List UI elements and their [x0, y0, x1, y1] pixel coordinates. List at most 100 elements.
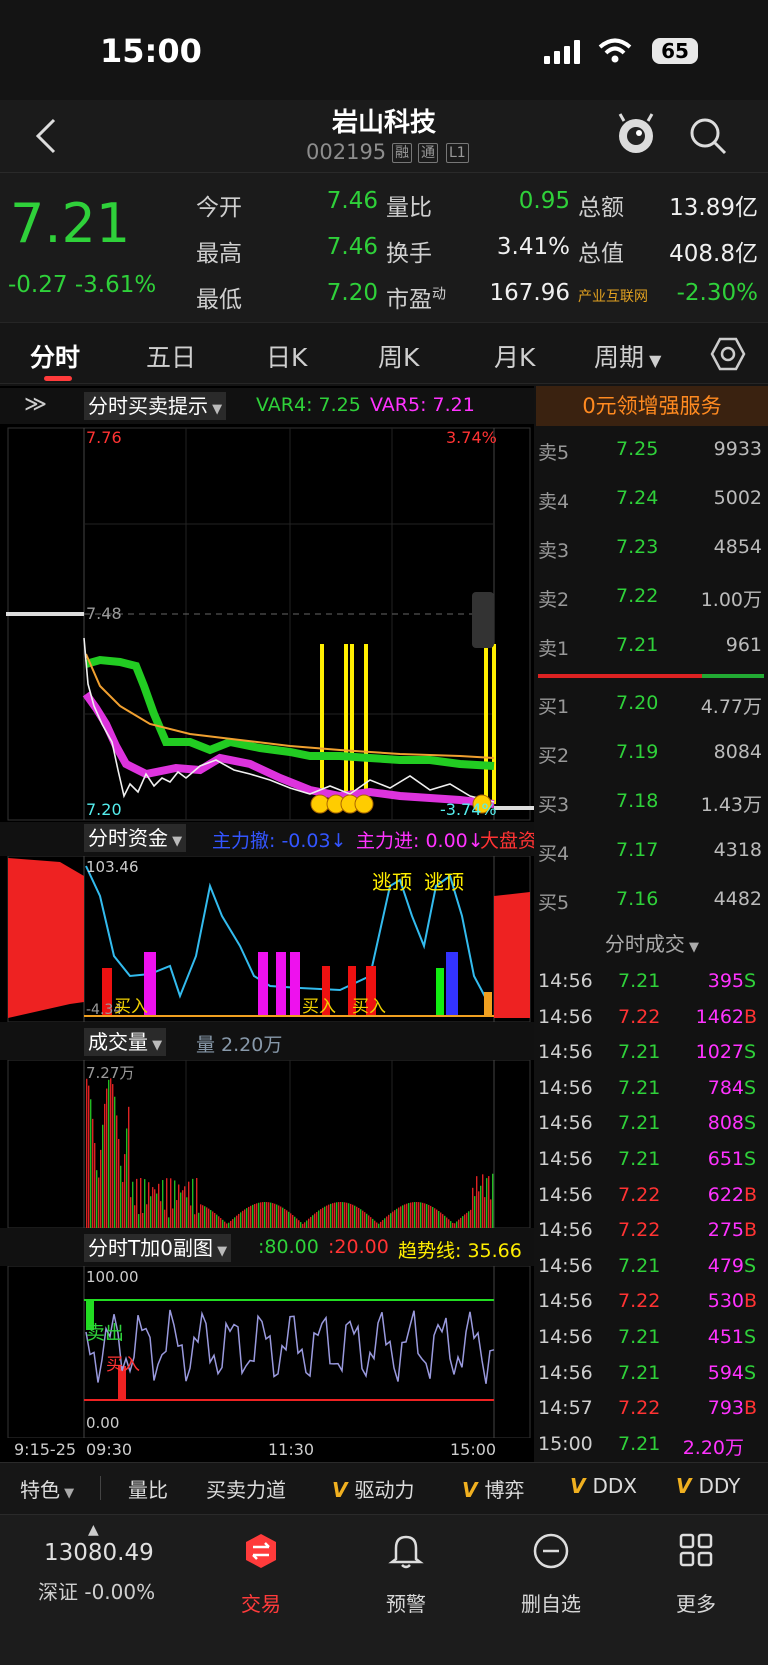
panel3-title: 成交量: [88, 1030, 148, 1054]
main-out-value: 主力撤: -0.03↓: [212, 830, 347, 852]
volume-bar: [478, 1191, 480, 1228]
label-high: 最高: [196, 241, 242, 267]
volume-bar: [248, 1206, 250, 1228]
battery-icon: 65: [652, 38, 698, 64]
panel2-selector[interactable]: 分时资金 ▼: [84, 824, 187, 852]
chevron-down-icon: ▼: [212, 1244, 228, 1259]
t0-chart[interactable]: [0, 1266, 534, 1438]
volume-bar: [96, 1170, 98, 1228]
trade-time: 14:56: [538, 970, 593, 992]
volume-bar: [328, 1204, 330, 1228]
tab-day-k[interactable]: 日K: [266, 338, 307, 374]
change-value: -0.27: [8, 272, 68, 298]
toolbar-ddy[interactable]: V DDY: [676, 1474, 740, 1498]
trade-time: 14:56: [538, 1219, 593, 1242]
volume-bar: [326, 1205, 328, 1228]
market-fund-label: 大盘资: [480, 830, 534, 852]
nav-remove-watchlist[interactable]: 删自选: [506, 1588, 596, 1617]
volume-bar: [436, 1209, 438, 1228]
nav-more[interactable]: 更多: [660, 1588, 732, 1617]
search-icon[interactable]: [688, 116, 728, 156]
nav-alert[interactable]: 预警: [371, 1588, 441, 1617]
volume-bar: [332, 1203, 334, 1228]
volume-bar: [460, 1217, 462, 1228]
volume-bar: [424, 1203, 426, 1228]
chevron-down-icon: ▼: [168, 834, 183, 849]
grid-icon[interactable]: [678, 1532, 714, 1568]
mascot-icon[interactable]: [614, 112, 658, 158]
toolbar-volume-ratio[interactable]: 量比: [128, 1474, 168, 1503]
tab-five-day[interactable]: 五日: [146, 338, 196, 374]
volume-bar: [130, 1197, 132, 1228]
volume-bar: [430, 1205, 432, 1228]
expand-icon[interactable]: ≫: [24, 392, 47, 417]
promo-banner[interactable]: 0元领增强服务: [536, 386, 768, 426]
toolbar-buy-sell-force[interactable]: 买卖力道: [206, 1474, 286, 1503]
trade-icon[interactable]: [242, 1532, 280, 1570]
trade-time: 15:00: [538, 1432, 593, 1455]
volume-bar: [492, 1173, 494, 1228]
trade-side: S: [744, 1112, 757, 1135]
caret-up-icon: ▲: [88, 1522, 99, 1538]
volume-bar: [490, 1199, 492, 1228]
value-amount: 13.89亿: [669, 195, 758, 221]
toolbar-special[interactable]: 特色 ▼: [20, 1474, 74, 1503]
volume-bar: [330, 1203, 332, 1228]
asks-volume: 4854: [713, 536, 762, 558]
value-low: 7.20: [326, 280, 378, 306]
volume-bar: [194, 1214, 196, 1228]
trades-title-text: 分时成交: [604, 932, 685, 956]
index-value[interactable]: 13080.49: [44, 1540, 154, 1566]
volume-bar: [254, 1204, 256, 1228]
t0-bottom: 0.00: [86, 1414, 120, 1432]
price-chart[interactable]: [0, 424, 534, 822]
tab-month-k[interactable]: 月K: [494, 338, 535, 374]
label-volume-ratio: 量比: [386, 195, 432, 221]
trade-volume: 594: [707, 1361, 744, 1384]
remove-watchlist-icon[interactable]: [532, 1532, 570, 1570]
bell-icon[interactable]: [388, 1532, 424, 1570]
trades-title[interactable]: 分时成交 ▼: [536, 928, 768, 957]
toolbar-ddx[interactable]: V DDX: [570, 1474, 637, 1498]
label-pe: 市盈动: [386, 280, 446, 314]
volume-bar: [474, 1196, 476, 1228]
panel4-selector[interactable]: 分时T加0副图 ▼: [84, 1234, 232, 1262]
volume-bar: [88, 1085, 90, 1228]
volume-chart[interactable]: [0, 1060, 534, 1228]
volume-bar: [482, 1174, 484, 1228]
bids-volume: 4318: [713, 839, 762, 861]
trade-volume: 622: [707, 1183, 744, 1206]
toolbar-game-label: 博弈: [484, 1478, 525, 1502]
toolbar-driving-force-label: 驱动力: [354, 1478, 415, 1502]
volume-bar: [292, 1215, 294, 1228]
volume-value: 量 2.20万: [196, 1034, 283, 1056]
volume-bar: [334, 1202, 336, 1228]
volume-bar: [136, 1178, 138, 1228]
label-sector[interactable]: 产业互联网: [578, 286, 648, 306]
volume-bar: [356, 1206, 358, 1228]
volume-bar: [446, 1217, 448, 1228]
tag-connect: 通: [418, 143, 438, 163]
volume-bar: [276, 1204, 278, 1228]
t0-value-20: :20.00: [328, 1236, 389, 1258]
volume-bar: [472, 1187, 474, 1228]
settings-icon[interactable]: [710, 336, 746, 372]
volume-bar: [142, 1212, 144, 1228]
tab-intraday[interactable]: 分时: [30, 338, 80, 374]
volume-bar: [342, 1202, 344, 1228]
panel3-selector[interactable]: 成交量 ▼: [84, 1028, 167, 1056]
volume-bar: [242, 1210, 244, 1228]
toolbar-driving-force[interactable]: V 驱动力: [332, 1474, 414, 1503]
tab-period[interactable]: 周期 ▼: [594, 338, 661, 374]
toolbar-game[interactable]: V 博弈: [462, 1474, 524, 1503]
volume-bar: [164, 1209, 166, 1228]
volume-bar: [92, 1118, 94, 1228]
nav-trade[interactable]: 交易: [226, 1588, 296, 1617]
trade-side: S: [744, 1076, 757, 1099]
volume-bar: [470, 1209, 472, 1228]
panel1-selector[interactable]: 分时买卖提示 ▼: [84, 392, 227, 420]
volume-bar: [234, 1217, 236, 1228]
volume-bar: [322, 1207, 324, 1228]
tab-week-k[interactable]: 周K: [378, 338, 419, 374]
bids-label: 买2: [538, 745, 570, 767]
